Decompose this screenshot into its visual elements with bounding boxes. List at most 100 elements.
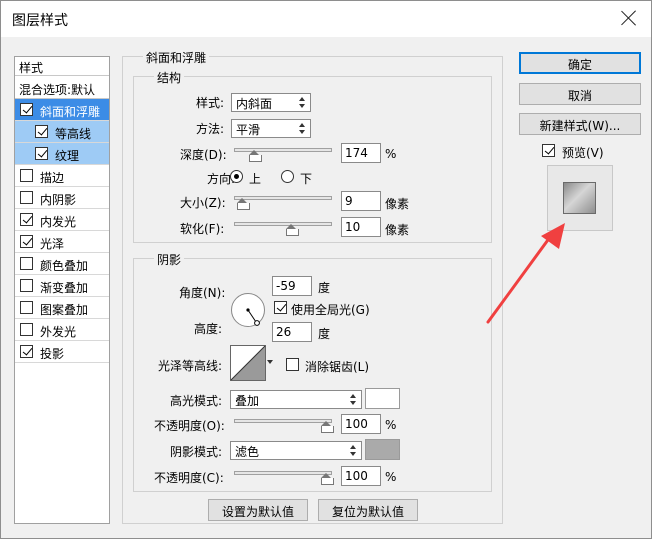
style-item[interactable]: 外发光 [15, 319, 109, 341]
shadow-opacity-slider[interactable] [234, 471, 334, 485]
style-item-label: 斜面和浮雕 [40, 105, 101, 119]
style-item-label: 纹理 [55, 149, 80, 163]
style-item-checkbox[interactable] [20, 323, 33, 336]
style-item-label: 内发光 [40, 215, 77, 229]
style-item[interactable]: 光泽 [15, 231, 109, 253]
angle-input[interactable]: -59 [272, 276, 312, 296]
style-item-checkbox[interactable] [20, 279, 33, 292]
structure-group: 结构 样式: 内斜面 方法: 平滑 深度(D): 174 % 方向: 上 下 大… [133, 69, 492, 243]
highlight-opacity-label: 不透明度(O): [154, 419, 225, 433]
global-light-checkbox[interactable] [274, 301, 287, 314]
depth-input[interactable]: 174 [341, 143, 381, 163]
soften-label: 软化(F): [180, 222, 225, 236]
depth-slider[interactable] [234, 148, 332, 162]
style-list-header[interactable]: 样式 [15, 57, 109, 76]
shadow-mode-select[interactable]: 滤色 [230, 441, 362, 460]
antialias-checkbox[interactable] [286, 358, 299, 371]
style-item-checkbox[interactable] [20, 301, 33, 314]
highlight-opacity-slider[interactable] [234, 419, 334, 433]
highlight-color-swatch[interactable] [365, 388, 400, 409]
style-item[interactable]: 描边 [15, 165, 109, 187]
depth-label: 深度(D): [180, 148, 227, 162]
structure-title: 结构 [154, 69, 185, 86]
style-label: 样式: [196, 96, 225, 110]
reset-default-button[interactable]: 复位为默认值 [318, 499, 418, 521]
direction-down-label[interactable]: 下 [300, 170, 312, 187]
dialog-title: 图层样式 [12, 13, 68, 29]
make-default-button[interactable]: 设置为默认值 [208, 499, 308, 521]
size-input[interactable]: 9 [341, 191, 381, 211]
slider-thumb-icon[interactable] [248, 150, 262, 162]
style-item-checkbox[interactable] [20, 235, 33, 248]
style-item-checkbox[interactable] [20, 213, 33, 226]
style-item[interactable]: 内阴影 [15, 187, 109, 209]
gloss-contour-picker-icon[interactable] [230, 345, 274, 383]
shadow-opacity-label: 不透明度(C): [154, 471, 224, 485]
angle-dial-icon[interactable] [230, 292, 266, 328]
style-item[interactable]: 等高线 [15, 121, 109, 143]
style-list: 样式 混合选项:默认 斜面和浮雕等高线纹理描边内阴影内发光光泽颜色叠加渐变叠加图… [14, 56, 110, 524]
slider-thumb-icon[interactable] [321, 473, 334, 485]
direction-up-radio[interactable] [230, 170, 243, 183]
layer-style-dialog: 图层样式 样式 混合选项:默认 斜面和浮雕等高线纹理描边内阴影内发光光泽颜色叠加… [0, 0, 652, 539]
technique-select[interactable]: 平滑 [231, 119, 311, 138]
angle-label: 角度(N): [179, 286, 226, 300]
style-item-label: 投影 [40, 347, 65, 361]
style-item[interactable]: 内发光 [15, 209, 109, 231]
slider-thumb-icon[interactable] [321, 421, 334, 433]
altitude-unit: 度 [318, 327, 331, 341]
antialias-label[interactable]: 消除锯齿(L) [305, 358, 369, 375]
highlight-mode-select[interactable]: 叠加 [230, 390, 362, 409]
new-style-button[interactable]: 新建样式(W)... [519, 113, 641, 135]
style-item[interactable]: 投影 [15, 341, 109, 363]
soften-unit: 像素 [385, 223, 410, 237]
style-item-label: 颜色叠加 [40, 259, 89, 273]
shadow-opacity-input[interactable]: 100 [341, 466, 381, 486]
ok-button[interactable]: 确定 [519, 52, 641, 74]
preview-label[interactable]: 预览(V) [562, 144, 604, 161]
shadow-color-swatch[interactable] [365, 439, 400, 460]
close-icon[interactable] [621, 10, 637, 26]
slider-thumb-icon[interactable] [237, 198, 251, 210]
style-item-checkbox[interactable] [20, 169, 33, 182]
blend-options-item[interactable]: 混合选项:默认 [15, 77, 109, 99]
style-item[interactable]: 渐变叠加 [15, 275, 109, 297]
preview-checkbox[interactable] [542, 144, 555, 157]
direction-up-label[interactable]: 上 [249, 170, 261, 187]
bevel-style-select[interactable]: 内斜面 [231, 93, 311, 112]
size-slider[interactable] [234, 196, 332, 210]
style-item[interactable]: 图案叠加 [15, 297, 109, 319]
bevel-emboss-group: 斜面和浮雕 结构 样式: 内斜面 方法: 平滑 深度(D): 174 % 方向:… [122, 49, 503, 524]
angle-unit: 度 [318, 281, 331, 295]
gloss-contour-label: 光泽等高线: [158, 359, 223, 373]
style-item-checkbox[interactable] [35, 147, 48, 160]
technique-label: 方法: [196, 122, 225, 136]
preview-swatch [563, 182, 596, 214]
annotation-arrow-icon [486, 223, 565, 324]
cancel-button[interactable]: 取消 [519, 83, 641, 105]
style-item-checkbox[interactable] [20, 257, 33, 270]
style-item-checkbox[interactable] [20, 191, 33, 204]
style-item[interactable]: 斜面和浮雕 [15, 99, 109, 121]
style-item-label: 内阴影 [40, 193, 77, 207]
select-arrows-icon [299, 122, 306, 135]
highlight-opacity-input[interactable]: 100 [341, 414, 381, 434]
altitude-input[interactable]: 26 [272, 322, 312, 342]
shading-group: 阴影 角度(N): -59 度 使用全局光(G) 高度: 26 度 光泽等高线: [133, 251, 492, 492]
global-light-label[interactable]: 使用全局光(G) [291, 301, 370, 318]
style-item-label: 等高线 [55, 127, 92, 141]
slider-thumb-icon[interactable] [286, 224, 300, 236]
style-item-label: 光泽 [40, 237, 65, 251]
style-item-checkbox[interactable] [20, 345, 33, 358]
style-item-checkbox[interactable] [20, 103, 33, 116]
select-arrows-icon [350, 393, 357, 406]
style-item[interactable]: 颜色叠加 [15, 253, 109, 275]
style-item-checkbox[interactable] [35, 125, 48, 138]
altitude-label: 高度: [194, 322, 223, 336]
soften-slider[interactable] [234, 222, 332, 236]
depth-unit: % [385, 147, 397, 161]
style-item-label: 渐变叠加 [40, 281, 89, 295]
direction-down-radio[interactable] [281, 170, 294, 183]
style-item[interactable]: 纹理 [15, 143, 109, 165]
soften-input[interactable]: 10 [341, 217, 381, 237]
